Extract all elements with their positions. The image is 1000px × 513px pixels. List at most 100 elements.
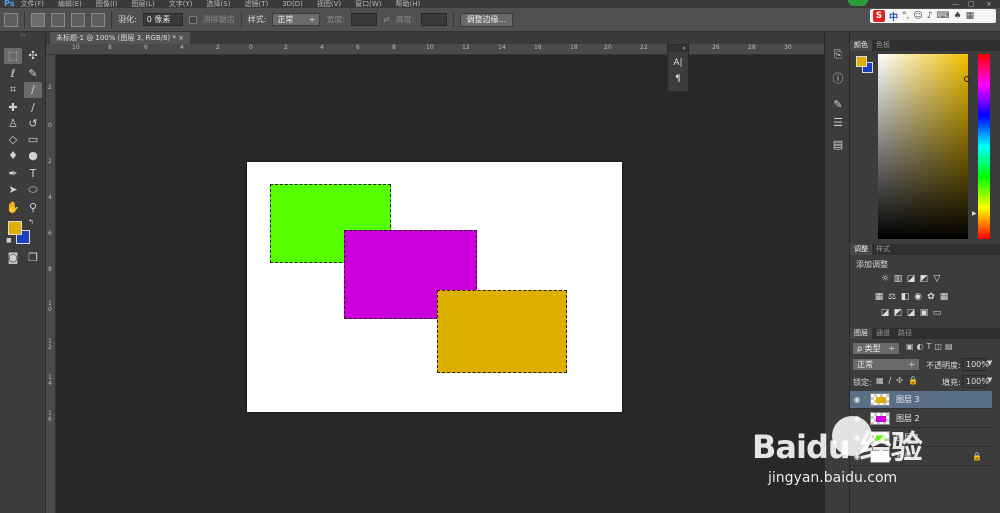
menu-3d[interactable]: 3D(D) <box>282 0 303 8</box>
gold-rectangle[interactable] <box>437 290 567 373</box>
history-panel-icon[interactable]: ⎘ <box>831 48 845 62</box>
photo-filter-icon[interactable]: ◉ <box>913 292 923 302</box>
height-input[interactable] <box>420 13 447 26</box>
brush-preset-icon[interactable]: ✎ <box>831 98 845 112</box>
swap-icon[interactable]: ⇄ <box>383 15 390 24</box>
path-selection-icon[interactable]: ➤ <box>4 182 22 198</box>
posterize-icon[interactable]: ◩ <box>893 308 903 318</box>
ime-language[interactable]: 中 <box>889 10 898 23</box>
menu-edit[interactable]: 编辑(E) <box>58 0 82 8</box>
layer-filter-select[interactable]: ρ 类型 ÷ <box>852 342 900 355</box>
exposure-icon[interactable]: ◩ <box>919 274 929 284</box>
menu-filter[interactable]: 滤镜(T) <box>244 0 268 8</box>
menu-image[interactable]: 图像(I) <box>96 0 118 8</box>
collapse-icon[interactable]: ‹‹ <box>0 32 46 40</box>
screen-mode-icon[interactable]: ❐ <box>24 250 42 266</box>
black-white-icon[interactable]: ◧ <box>900 292 910 302</box>
hand-tool-icon[interactable]: ✋ <box>4 200 22 216</box>
foreground-color-chip-top[interactable] <box>856 56 867 67</box>
fill-input[interactable]: 100% <box>962 375 989 388</box>
menu-view[interactable]: 视图(V) <box>317 0 341 8</box>
swap-colors-icon[interactable]: ↰ <box>28 218 34 226</box>
dodge-tool-icon[interactable]: ● <box>24 148 42 164</box>
width-input[interactable] <box>351 13 378 26</box>
panel-header[interactable]: » <box>668 45 688 52</box>
hue-saturation-icon[interactable]: ▦ <box>874 292 884 302</box>
marquee-tool-icon[interactable]: ⬚ <box>4 48 22 64</box>
grid-icon[interactable]: ▦ <box>966 11 975 21</box>
close-tab-icon[interactable]: × <box>178 34 184 42</box>
menu-file[interactable]: 文件(F) <box>20 0 44 8</box>
color-balance-icon[interactable]: ⚖ <box>887 292 897 302</box>
zoom-tool-icon[interactable]: ⚲ <box>24 200 42 216</box>
color-picker-field[interactable] <box>878 54 968 239</box>
refine-edge-button[interactable]: 调整边缘... <box>459 12 514 27</box>
ellipse-tool-icon[interactable]: ⬭ <box>24 182 42 198</box>
color-picker-cursor[interactable] <box>964 76 970 82</box>
subtract-selection-icon[interactable] <box>71 12 85 27</box>
eraser-tool-icon[interactable]: ◇ <box>4 132 22 148</box>
fill-dropdown-icon[interactable]: ▼ <box>987 376 992 384</box>
healing-brush-icon[interactable]: ✚ <box>4 100 22 116</box>
menu-layer[interactable]: 图层(L) <box>131 0 154 8</box>
tab-adjustments[interactable]: 调整 <box>850 244 872 255</box>
document-canvas[interactable] <box>247 162 622 412</box>
gradient-map-icon[interactable]: ▭ <box>932 308 942 318</box>
gradient-tool-icon[interactable]: ▭ <box>24 132 42 148</box>
intersect-selection-icon[interactable] <box>91 12 105 27</box>
properties-panel-icon[interactable]: ⓘ <box>831 72 845 86</box>
type-tool-icon[interactable]: T <box>24 166 42 182</box>
menu-help[interactable]: 帮助(H) <box>396 0 421 8</box>
minimize-icon[interactable]: — <box>952 0 959 8</box>
new-selection-icon[interactable] <box>31 12 45 27</box>
move-tool-icon[interactable]: ✣ <box>24 48 42 64</box>
visibility-eye-icon[interactable]: ◉ <box>850 395 864 404</box>
opacity-dropdown-icon[interactable]: ▼ <box>987 359 992 367</box>
invert-icon[interactable]: ◪ <box>880 308 890 318</box>
close-icon[interactable]: × <box>986 0 992 8</box>
clone-stamp-icon[interactable]: ♙ <box>4 116 22 132</box>
maximize-icon[interactable]: □ <box>968 0 975 8</box>
levels-icon[interactable]: ▥ <box>893 274 903 284</box>
crop-tool-icon[interactable]: ⌗ <box>4 82 22 98</box>
threshold-icon[interactable]: ◪ <box>906 308 916 318</box>
antialias-checkbox[interactable] <box>188 15 197 24</box>
default-colors-icon[interactable]: ■ <box>6 237 12 244</box>
layer-filter-icons[interactable]: ▣◐T◫▤ <box>906 342 956 351</box>
curves-icon[interactable]: ◪ <box>906 274 916 284</box>
document-tab[interactable]: 未标题-1 @ 100% (图层 3, RGB/8) * × <box>50 32 190 44</box>
selective-color-icon[interactable]: ▣ <box>919 308 929 318</box>
tab-channels[interactable]: 通道 <box>872 328 894 339</box>
character-panel-icon[interactable]: A| <box>668 58 688 68</box>
layer-row[interactable]: ◉ 图层 3 <box>850 391 992 409</box>
hue-slider[interactable] <box>978 54 990 239</box>
mic-icon[interactable]: ♪ <box>927 11 933 21</box>
shirt-icon[interactable]: ♠ <box>954 11 962 21</box>
vibrance-icon[interactable]: ▽ <box>932 274 942 284</box>
tab-styles[interactable]: 样式 <box>872 244 894 255</box>
tab-swatches[interactable]: 色板 <box>872 40 894 51</box>
tool-preset-icon[interactable]: ☰ <box>831 116 845 130</box>
marquee-preset-icon[interactable] <box>4 12 18 27</box>
menu-type[interactable]: 文字(Y) <box>169 0 193 8</box>
quick-selection-icon[interactable]: ✎ <box>24 66 42 82</box>
foreground-color-swatch-top[interactable] <box>8 221 22 235</box>
add-selection-icon[interactable] <box>51 12 65 27</box>
sogou-logo[interactable]: S <box>873 10 885 22</box>
lasso-tool-icon[interactable]: ℓ <box>4 66 22 82</box>
quick-mask-icon[interactable]: ◙ <box>4 250 22 266</box>
opacity-input[interactable]: 100% <box>962 358 989 371</box>
history-brush-icon[interactable]: ↺ <box>24 116 42 132</box>
channel-mixer-icon[interactable]: ✿ <box>926 292 936 302</box>
pen-tool-icon[interactable]: ✒ <box>4 166 22 182</box>
tab-color[interactable]: 颜色 <box>850 40 872 51</box>
smiley-icon[interactable]: ☺ <box>913 11 922 21</box>
blur-tool-icon[interactable]: ♦ <box>4 148 22 164</box>
ime-punctuation[interactable]: °, <box>902 11 909 21</box>
paragraph-panel-icon[interactable]: ¶ <box>668 74 688 84</box>
brush-tool-icon[interactable]: ∕ <box>24 100 42 116</box>
menu-select[interactable]: 选择(S) <box>207 0 231 8</box>
lock-icons[interactable]: ▦∕✣🔒 <box>876 376 923 385</box>
brightness-icon[interactable]: ☼ <box>880 274 890 284</box>
hue-marker-icon[interactable]: ▶ <box>972 210 977 217</box>
